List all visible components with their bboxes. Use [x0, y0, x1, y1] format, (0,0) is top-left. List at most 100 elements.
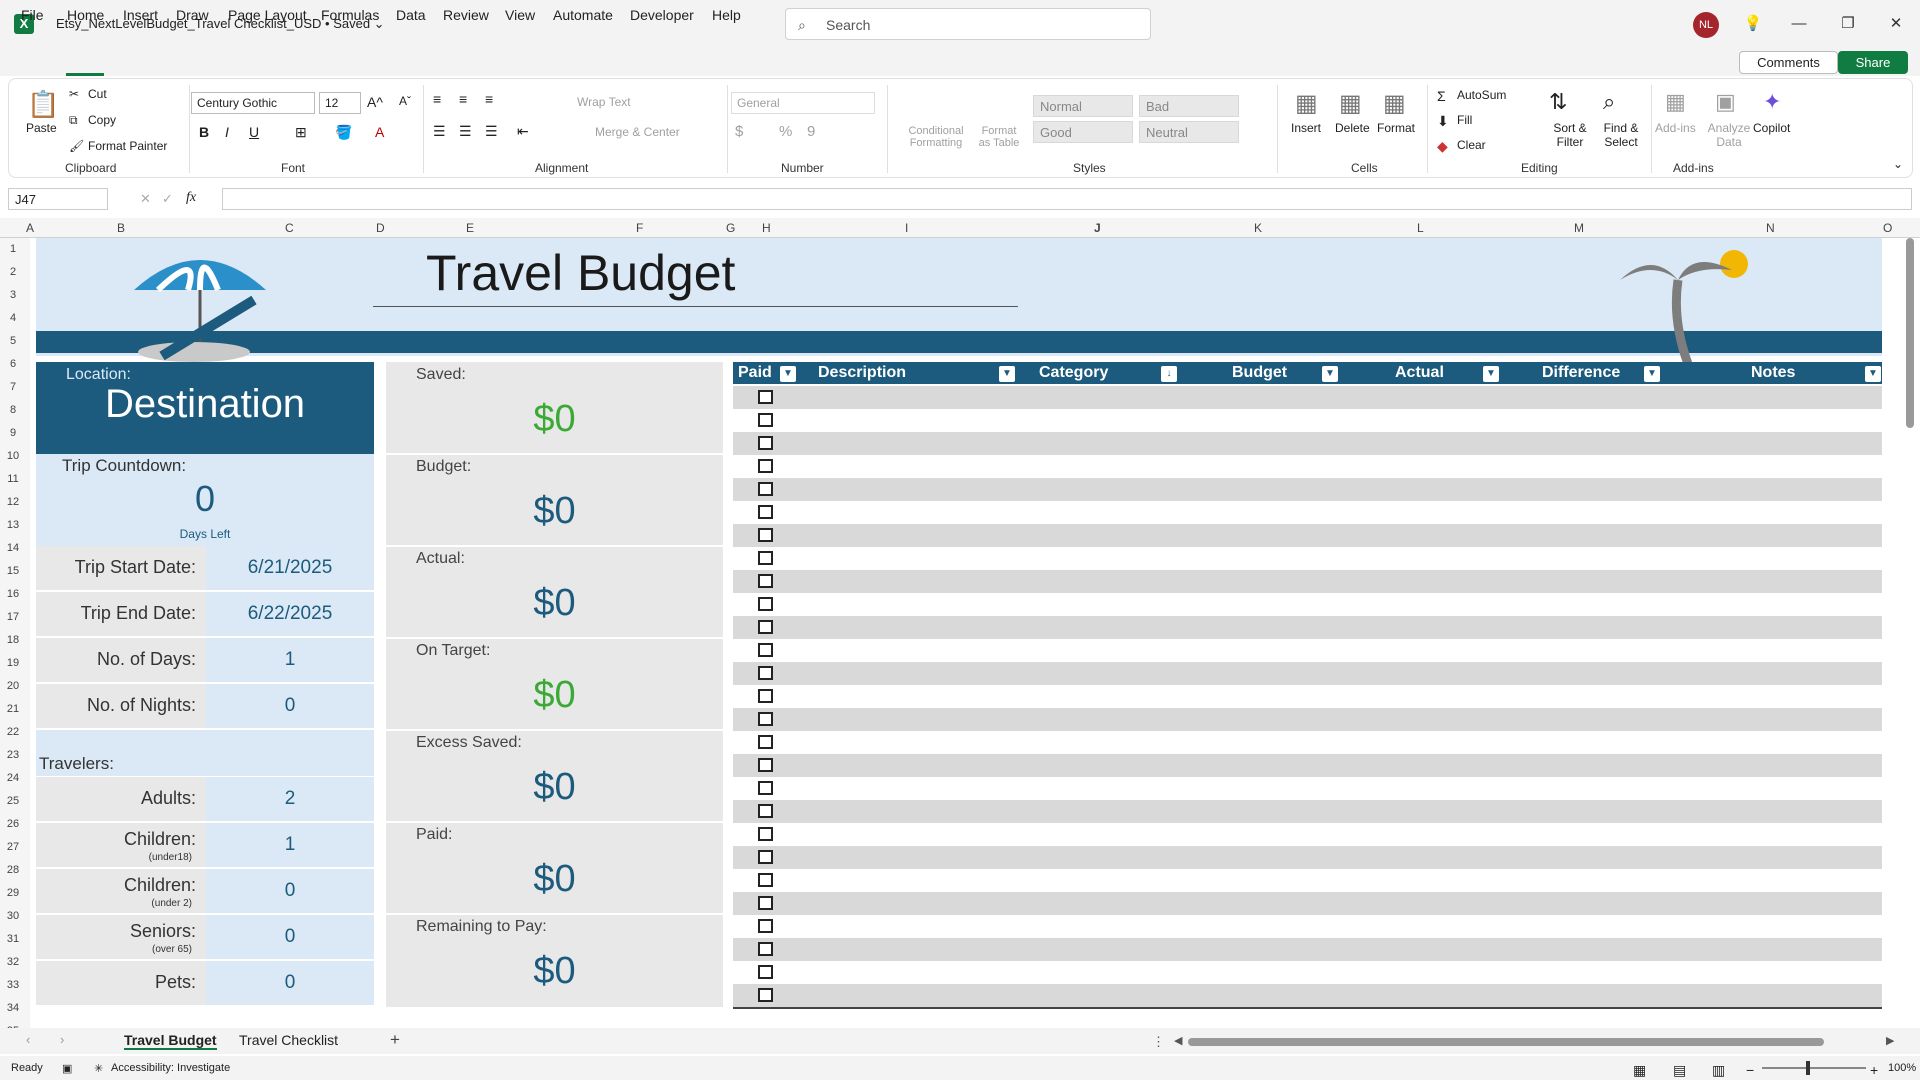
- close-icon[interactable]: ✕: [1884, 12, 1908, 36]
- table-row[interactable]: [733, 386, 1882, 409]
- macro-record-icon[interactable]: ▣: [62, 1062, 72, 1075]
- minimize-icon[interactable]: —: [1787, 12, 1811, 36]
- detail-value[interactable]: 0: [206, 695, 374, 717]
- conditional-formatting-button[interactable]: Conditional Formatting: [899, 125, 973, 149]
- filter-dropdown-icon[interactable]: ▼: [999, 366, 1015, 382]
- row-header[interactable]: 34: [0, 1002, 26, 1014]
- zoom-level[interactable]: 100%: [1888, 1062, 1916, 1074]
- autosum-button[interactable]: AutoSum: [1457, 88, 1506, 102]
- col-header[interactable]: A: [26, 221, 34, 235]
- row-header[interactable]: 24: [0, 772, 26, 784]
- row-header[interactable]: 25: [0, 795, 26, 807]
- table-row[interactable]: [733, 777, 1882, 800]
- scroll-right-icon[interactable]: ▶: [1886, 1034, 1894, 1047]
- sort-filter-icon[interactable]: ↓: [1161, 366, 1177, 382]
- table-row[interactable]: [733, 524, 1882, 547]
- addins-button[interactable]: Add-ins: [1655, 121, 1696, 135]
- zoom-out-icon[interactable]: −: [1746, 1062, 1754, 1078]
- table-row[interactable]: [733, 869, 1882, 892]
- tab-formulas[interactable]: Formulas: [321, 7, 379, 23]
- paid-checkbox[interactable]: [758, 436, 773, 450]
- sheet-tab-travel-checklist[interactable]: Travel Checklist: [239, 1032, 338, 1048]
- table-row[interactable]: [733, 432, 1882, 455]
- row-header[interactable]: 16: [0, 588, 26, 600]
- table-row[interactable]: [733, 754, 1882, 777]
- tab-insert[interactable]: Insert: [123, 7, 158, 23]
- zoom-slider-thumb[interactable]: [1806, 1061, 1810, 1075]
- row-header[interactable]: 22: [0, 726, 26, 738]
- fill-color-icon[interactable]: 🪣: [335, 124, 352, 141]
- col-header[interactable]: G: [726, 221, 735, 235]
- paid-checkbox[interactable]: [758, 712, 773, 726]
- paid-checkbox[interactable]: [758, 896, 773, 910]
- decrease-font-icon[interactable]: Aˇ: [399, 94, 411, 108]
- row-header[interactable]: 3: [0, 289, 26, 301]
- row-header[interactable]: 18: [0, 634, 26, 646]
- table-row[interactable]: [733, 915, 1882, 938]
- tab-file[interactable]: File: [21, 7, 44, 23]
- percent-icon[interactable]: %: [779, 123, 792, 140]
- paid-checkbox[interactable]: [758, 758, 773, 772]
- col-header[interactable]: K: [1254, 221, 1262, 235]
- align-right-icon[interactable]: ☰: [485, 123, 498, 140]
- sheet-tab-travel-budget[interactable]: Travel Budget: [124, 1032, 217, 1050]
- row-header[interactable]: 15: [0, 565, 26, 577]
- col-header[interactable]: I: [905, 221, 908, 235]
- col-header[interactable]: H: [762, 221, 771, 235]
- col-header[interactable]: M: [1574, 221, 1584, 235]
- table-row[interactable]: [733, 846, 1882, 869]
- lightbulb-icon[interactable]: 💡: [1741, 12, 1765, 36]
- tab-draw[interactable]: Draw: [176, 7, 209, 23]
- align-center-icon[interactable]: ☰: [459, 123, 472, 140]
- page-break-view-icon[interactable]: ▥: [1712, 1062, 1725, 1079]
- table-row[interactable]: [733, 455, 1882, 478]
- style-neutral[interactable]: Neutral: [1139, 121, 1239, 143]
- paste-button[interactable]: Paste: [26, 121, 57, 135]
- filter-dropdown-icon[interactable]: ▼: [1865, 366, 1881, 382]
- col-header[interactable]: D: [376, 221, 385, 235]
- format-painter-button[interactable]: Format Painter: [88, 139, 167, 153]
- col-header[interactable]: J: [1094, 221, 1101, 235]
- font-name-select[interactable]: Century Gothic: [191, 92, 315, 114]
- filter-dropdown-icon[interactable]: ▼: [1483, 366, 1499, 382]
- share-button[interactable]: Share: [1838, 51, 1908, 74]
- number-format-select[interactable]: General: [731, 92, 875, 114]
- style-normal[interactable]: Normal: [1033, 95, 1133, 117]
- page-layout-view-icon[interactable]: ▤: [1673, 1062, 1686, 1079]
- row-header[interactable]: 26: [0, 818, 26, 830]
- col-header[interactable]: F: [636, 221, 643, 235]
- paid-checkbox[interactable]: [758, 873, 773, 887]
- horizontal-scrollbar[interactable]: [1188, 1038, 1824, 1046]
- style-bad[interactable]: Bad: [1139, 95, 1239, 117]
- col-header[interactable]: L: [1417, 221, 1424, 235]
- sort-filter-button[interactable]: Sort & Filter: [1543, 121, 1597, 149]
- table-row[interactable]: [733, 662, 1882, 685]
- col-header[interactable]: O: [1883, 221, 1892, 235]
- analyze-data-button[interactable]: Analyze Data: [1707, 121, 1751, 149]
- collapse-ribbon-icon[interactable]: ⌄: [1893, 157, 1903, 171]
- zoom-slider[interactable]: [1762, 1067, 1866, 1069]
- paid-checkbox[interactable]: [758, 551, 773, 565]
- paid-checkbox[interactable]: [758, 827, 773, 841]
- more-options-icon[interactable]: ⋮: [1152, 1034, 1165, 1050]
- table-row[interactable]: [733, 639, 1882, 662]
- table-row[interactable]: [733, 685, 1882, 708]
- table-row[interactable]: [733, 570, 1882, 593]
- row-header[interactable]: 31: [0, 933, 26, 945]
- detail-value[interactable]: 0: [206, 880, 374, 902]
- tab-page-layout[interactable]: Page Layout: [228, 7, 307, 23]
- align-middle-icon[interactable]: ≡: [459, 91, 467, 107]
- tab-data[interactable]: Data: [396, 7, 426, 23]
- formula-input[interactable]: [222, 188, 1912, 210]
- format-as-table-button[interactable]: Format as Table: [975, 125, 1023, 149]
- italic-icon[interactable]: I: [225, 124, 229, 140]
- copy-button[interactable]: Copy: [88, 113, 116, 127]
- bold-icon[interactable]: B: [199, 124, 209, 140]
- paid-checkbox[interactable]: [758, 804, 773, 818]
- location-value[interactable]: Destination: [36, 382, 374, 427]
- table-row[interactable]: [733, 547, 1882, 570]
- paid-checkbox[interactable]: [758, 965, 773, 979]
- row-header[interactable]: 23: [0, 749, 26, 761]
- cancel-icon[interactable]: ✕: [140, 191, 151, 207]
- table-row[interactable]: [733, 892, 1882, 915]
